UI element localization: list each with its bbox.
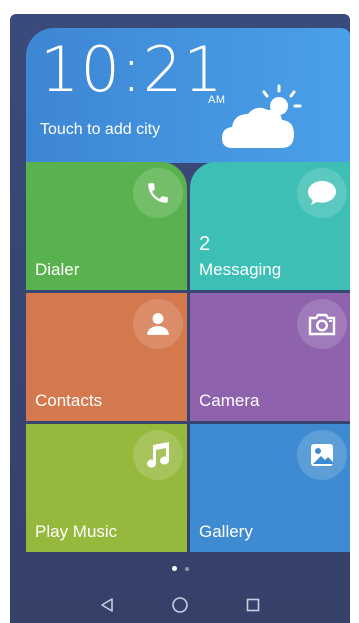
back-triangle-icon[interactable] [93, 591, 121, 619]
home-screen: 10:21 AM Touch to add city Dialer 2 Mess… [10, 14, 350, 623]
page-dot[interactable] [184, 567, 189, 571]
tile-play-music[interactable]: Play Music [26, 424, 187, 552]
tile-label: Play Music [35, 522, 118, 541]
weather-clock-widget[interactable]: 10:21 AM Touch to add city [26, 28, 350, 163]
phone-icon [133, 168, 183, 218]
camera-icon [297, 299, 347, 349]
image-icon [297, 430, 347, 480]
tile-gallery[interactable]: Gallery [190, 424, 350, 552]
chat-bubble-icon [297, 168, 347, 218]
recents-square-icon[interactable] [239, 591, 267, 619]
tile-label: Messaging [199, 260, 282, 279]
tile-label: Contacts [35, 391, 103, 410]
person-icon [133, 299, 183, 349]
navigation-bar [10, 586, 350, 623]
clock-time: 10:21 [40, 33, 224, 106]
tile-contacts[interactable]: Contacts [26, 293, 187, 421]
home-circle-icon[interactable] [166, 591, 194, 619]
tile-label: Gallery [199, 522, 253, 541]
partly-cloudy-icon [222, 84, 302, 148]
tile-label: Dialer [35, 260, 80, 279]
unread-count: 2 [199, 233, 211, 255]
tile-messaging[interactable]: 2 Messaging [190, 162, 350, 290]
page-dot-active[interactable] [171, 566, 177, 571]
music-note-icon [133, 430, 183, 480]
tile-camera[interactable]: Camera [190, 293, 350, 421]
page-indicator [10, 566, 350, 571]
tile-label: Camera [199, 391, 260, 410]
add-city-prompt[interactable]: Touch to add city [40, 121, 160, 139]
tile-dialer[interactable]: Dialer [26, 162, 187, 290]
